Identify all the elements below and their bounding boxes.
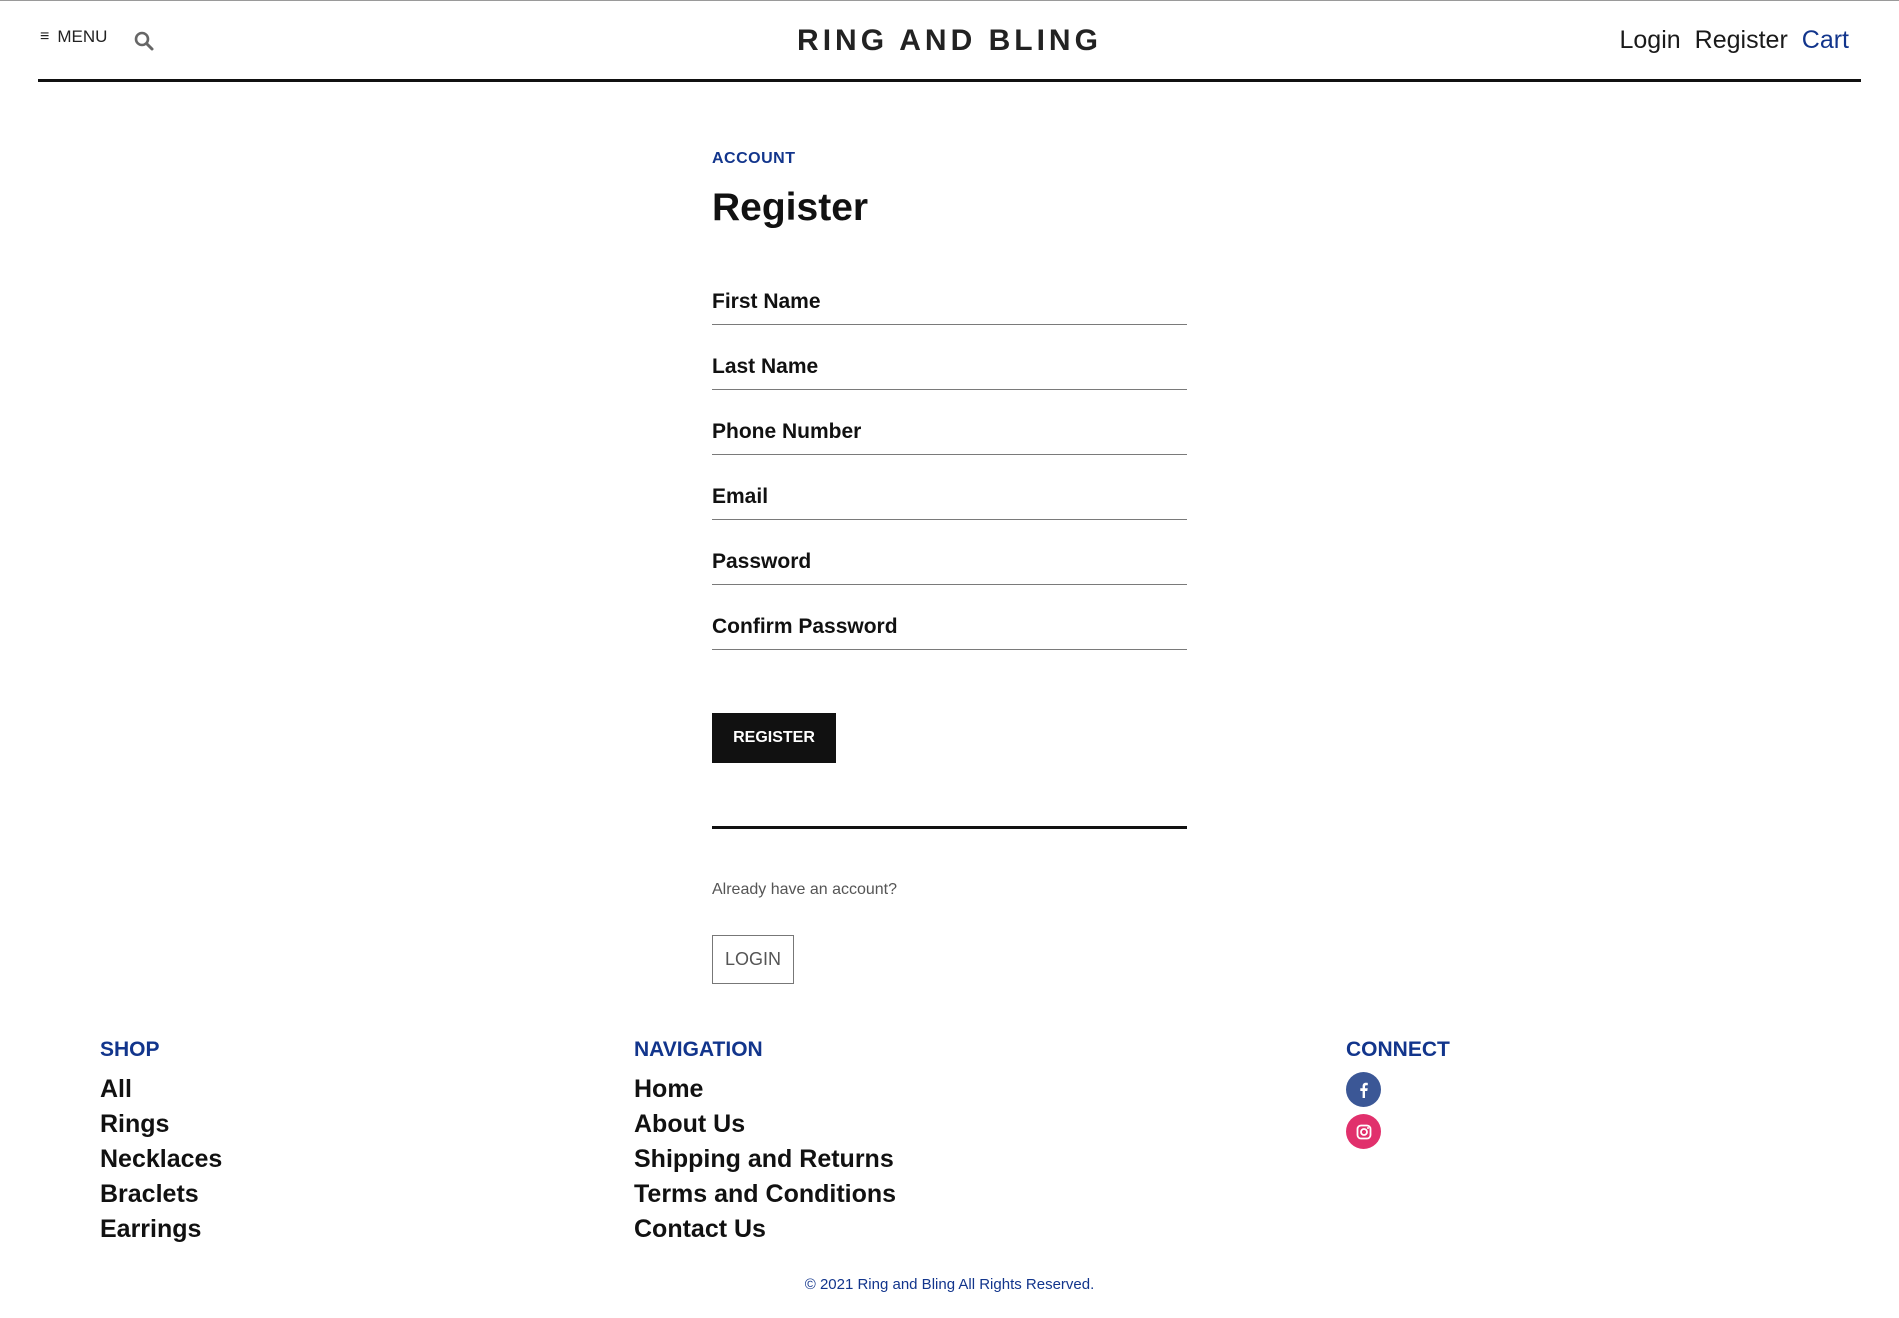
facebook-icon	[1359, 1082, 1368, 1098]
footer-navigation-heading: NAVIGATION	[634, 1038, 763, 1061]
footer-link-contact[interactable]: Contact Us	[634, 1212, 896, 1247]
password-row	[712, 520, 1187, 585]
footer-link-braclets[interactable]: Braclets	[100, 1177, 222, 1212]
first-name-field[interactable]	[712, 260, 1187, 324]
footer-connect-heading: CONNECT	[1346, 1038, 1450, 1061]
first-name-row	[712, 260, 1187, 325]
last-name-row	[712, 325, 1187, 390]
footer-link-rings[interactable]: Rings	[100, 1107, 222, 1142]
instagram-link[interactable]	[1346, 1114, 1381, 1149]
register-button[interactable]: REGISTER	[712, 713, 836, 763]
footer-link-terms[interactable]: Terms and Conditions	[634, 1177, 896, 1212]
brand-logo[interactable]: RING AND BLING	[38, 24, 1861, 58]
footer-link-necklaces[interactable]: Necklaces	[100, 1142, 222, 1177]
account-nav: Login Register Cart	[1620, 26, 1850, 55]
footer-link-about[interactable]: About Us	[634, 1107, 896, 1142]
copyright-text: © 2021 Ring and Bling All Rights Reserve…	[804, 1276, 1095, 1293]
section-eyebrow: ACCOUNT	[712, 150, 796, 167]
cart-link[interactable]: Cart	[1802, 26, 1849, 55]
login-button[interactable]: LOGIN	[712, 935, 794, 984]
password-field[interactable]	[712, 520, 1187, 584]
already-account-text: Already have an account?	[712, 881, 898, 898]
footer-link-earrings[interactable]: Earrings	[100, 1212, 222, 1247]
footer-navigation: NAVIGATION Home About Us Shipping and Re…	[634, 1038, 896, 1247]
register-link[interactable]: Register	[1695, 26, 1788, 55]
footer-link-shipping[interactable]: Shipping and Returns	[634, 1142, 896, 1177]
instagram-icon	[1356, 1124, 1371, 1139]
footer-link-all[interactable]: All	[100, 1072, 222, 1107]
login-link[interactable]: Login	[1620, 26, 1681, 55]
phone-number-field[interactable]	[712, 390, 1187, 454]
footer-link-home[interactable]: Home	[634, 1072, 896, 1107]
facebook-link[interactable]	[1346, 1072, 1381, 1107]
form-fields	[712, 260, 1187, 650]
email-row	[712, 455, 1187, 520]
site-header: ≡ MENU RING AND BLING Login Register Car…	[38, 0, 1861, 82]
phone-row	[712, 390, 1187, 455]
register-form: ACCOUNT Register REGISTER Already have a…	[712, 150, 1187, 984]
last-name-field[interactable]	[712, 325, 1187, 389]
email-field[interactable]	[712, 455, 1187, 519]
footer-shop: SHOP All Rings Necklaces Braclets Earrin…	[100, 1038, 222, 1247]
form-divider	[712, 826, 1187, 829]
page-title: Register	[712, 186, 869, 229]
footer-connect: CONNECT	[1346, 1038, 1450, 1156]
confirm-password-field[interactable]	[712, 585, 1187, 649]
confirm-password-row	[712, 585, 1187, 650]
footer-shop-heading: SHOP	[100, 1038, 160, 1061]
